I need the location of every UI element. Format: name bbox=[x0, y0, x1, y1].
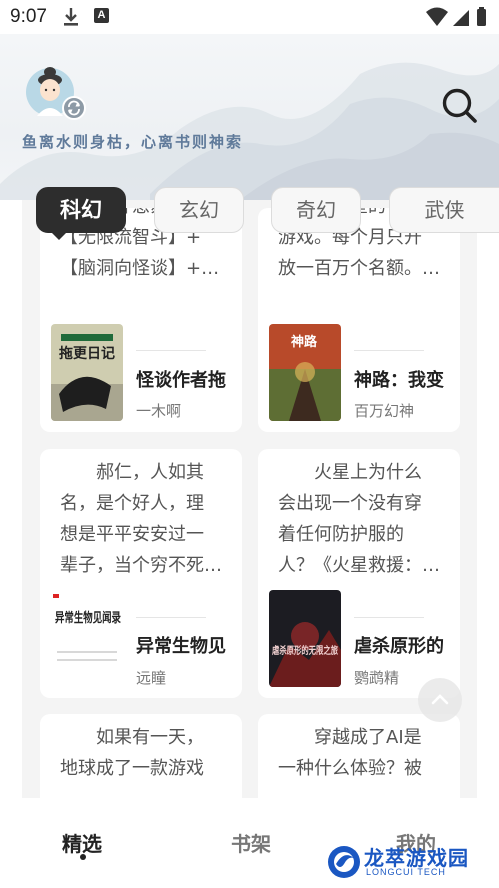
watermark-subtext: LONGCUI TECH bbox=[366, 867, 446, 877]
tab-wuxia[interactable]: 武侠 bbox=[389, 187, 499, 233]
slogan-text: 鱼离水则身枯，心离书则神索 bbox=[22, 133, 244, 151]
header: 鱼离水则身枯，心离书则神索 bbox=[0, 34, 499, 200]
book-blurb: 名，是个好人，理 想是平平安安过一 辈子，当个穷不死… bbox=[60, 488, 228, 581]
cover-title: 拖更日记 bbox=[59, 345, 115, 362]
tab-fantasy[interactable]: 玄幻 bbox=[154, 187, 244, 233]
book-blurb: 如果有一天， bbox=[60, 722, 228, 753]
book-author: 一木啊 bbox=[136, 402, 182, 420]
blurb-line: 辈子，当个穷不死… bbox=[60, 555, 222, 576]
blurb-line: 放一百万个名额。… bbox=[278, 258, 440, 279]
book-cover-image[interactable]: 神路 bbox=[269, 324, 341, 421]
book-card[interactable]: 如果有一天， 地球成了一款游戏 bbox=[40, 714, 242, 798]
divider bbox=[354, 617, 424, 618]
book-blurb: 火星上为什么 bbox=[278, 457, 446, 488]
tab-magic[interactable]: 奇幻 bbox=[271, 187, 361, 233]
blurb-line: 火星上为什么 bbox=[314, 462, 422, 483]
category-tabs: 科幻 玄幻 奇幻 武侠 bbox=[0, 186, 499, 240]
active-tab-pointer bbox=[52, 233, 66, 240]
book-author: 远瞳 bbox=[136, 669, 167, 687]
cover-title: 虐杀原形的无限之旅 bbox=[272, 644, 338, 657]
blurb-line: 想是平平安安过一 bbox=[60, 524, 204, 545]
cover-title: 异常生物见闻录 bbox=[55, 610, 121, 626]
book-card[interactable]: 降临了蓝星的神秘 游戏。每个月只开 放一百万个名额。… 神路 神路：我变 百万幻… bbox=[258, 208, 460, 432]
book-blurb: 穿越成了AI是 bbox=[278, 722, 446, 753]
nav-bookshelf[interactable]: 书架 bbox=[231, 828, 271, 857]
site-watermark: 龙萃游戏园 LONGCUI TECH bbox=[326, 840, 486, 884]
book-title: 虐杀原形的 bbox=[354, 636, 444, 657]
status-time: 9:07 bbox=[10, 6, 47, 27]
book-blurb: 一种什么体验？被 bbox=[278, 753, 446, 784]
blurb-line: 【脑洞向怪谈】+… bbox=[60, 258, 220, 279]
book-card[interactable]: 郝仁，人如其 名，是个好人，理 想是平平安安过一 辈子，当个穷不死… 异常生物见… bbox=[40, 449, 242, 698]
avatar-icon[interactable] bbox=[22, 58, 88, 124]
book-blurb: 会出现一个没有穿 着任何防护服的 人？《火星救援：… bbox=[278, 488, 446, 581]
divider bbox=[136, 617, 206, 618]
status-bar: 9:07 A bbox=[0, 0, 499, 34]
book-cover-image[interactable]: 虐杀原形的无限之旅 bbox=[269, 590, 341, 687]
blurb-line: 人？《火星救援：… bbox=[278, 555, 440, 576]
search-icon[interactable] bbox=[440, 86, 480, 126]
blurb-line: 着任何防护服的 bbox=[278, 524, 404, 545]
watermark-logo-icon bbox=[328, 846, 360, 878]
divider bbox=[354, 350, 424, 351]
book-feed[interactable]: 女主，开患苏看】 【无限流智斗】+ 【脑洞向怪谈】+… 拖更日记 怪谈作者拖 一… bbox=[0, 200, 499, 798]
signal-icon bbox=[453, 10, 469, 26]
wifi-icon bbox=[426, 7, 448, 26]
book-cover-image[interactable]: 异常生物见闻录 bbox=[51, 590, 123, 687]
blurb-line: 郝仁，人如其 bbox=[96, 462, 204, 483]
blurb-line: 一种什么体验？被 bbox=[278, 758, 422, 779]
blurb-line: 穿越成了AI是 bbox=[314, 727, 422, 748]
chevron-up-icon bbox=[431, 694, 449, 705]
book-cover-image[interactable]: 拖更日记 bbox=[51, 324, 123, 421]
book-blurb: 郝仁，人如其 bbox=[60, 457, 228, 488]
book-card[interactable]: 女主，开患苏看】 【无限流智斗】+ 【脑洞向怪谈】+… 拖更日记 怪谈作者拖 一… bbox=[40, 208, 242, 432]
blurb-line: 会出现一个没有穿 bbox=[278, 493, 422, 514]
blurb-line: 如果有一天， bbox=[96, 727, 204, 748]
blurb-line: 地球成了一款游戏 bbox=[60, 758, 204, 779]
blurb-line: 名，是个好人，理 bbox=[60, 493, 204, 514]
a-badge-icon: A bbox=[94, 8, 109, 23]
book-author: 鹦鹉精 bbox=[354, 669, 400, 687]
divider bbox=[136, 350, 206, 351]
cover-title: 神路 bbox=[291, 334, 318, 350]
battery-icon bbox=[477, 9, 486, 26]
scroll-top-button[interactable] bbox=[418, 678, 462, 722]
status-indicators bbox=[426, 7, 486, 26]
sync-icon bbox=[62, 96, 86, 120]
tab-scifi[interactable]: 科幻 bbox=[36, 187, 126, 233]
book-title: 神路：我变 bbox=[354, 370, 444, 391]
book-card[interactable]: 火星上为什么 会出现一个没有穿 着任何防护服的 人？《火星救援：… 虐杀原形的无… bbox=[258, 449, 460, 698]
active-nav-indicator bbox=[80, 854, 86, 860]
book-card[interactable]: 穿越成了AI是 一种什么体验？被 bbox=[258, 714, 460, 798]
book-author: 百万幻神 bbox=[354, 402, 415, 420]
book-blurb: 地球成了一款游戏 bbox=[60, 753, 228, 784]
book-title: 异常生物见 bbox=[136, 636, 226, 657]
nav-featured[interactable]: 精选 bbox=[62, 828, 102, 857]
book-title: 怪谈作者拖 bbox=[136, 370, 226, 391]
download-icon bbox=[64, 8, 78, 26]
